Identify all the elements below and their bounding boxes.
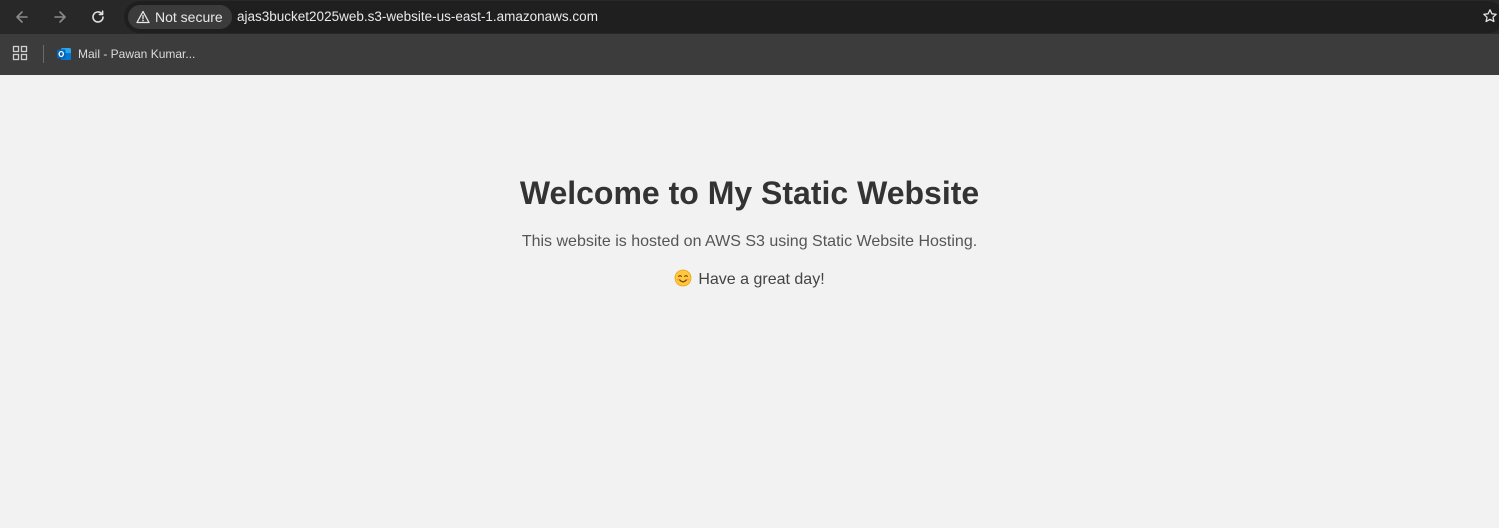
back-button[interactable]: [10, 5, 34, 29]
apps-grid-icon: [12, 45, 28, 66]
forward-button[interactable]: [48, 5, 72, 29]
security-label: Not secure: [155, 9, 223, 25]
bookmark-label: Mail - Pawan Kumar...: [78, 47, 196, 61]
apps-button[interactable]: [10, 45, 30, 65]
page-description: This website is hosted on AWS S3 using S…: [521, 233, 978, 250]
back-arrow-icon: [14, 9, 30, 25]
star-icon: [1482, 8, 1498, 29]
reload-button[interactable]: [86, 5, 110, 29]
page-heading: Welcome to My Static Website: [519, 175, 980, 211]
url-text[interactable]: ajas3bucket2025web.s3-website-us-east-1.…: [237, 9, 598, 24]
address-bar[interactable]: Not secure ajas3bucket2025web.s3-website…: [124, 1, 1499, 33]
bookmarks-bar: Mail - Pawan Kumar...: [0, 34, 1499, 75]
smiling-face-emoji-icon: [674, 269, 692, 293]
reload-icon: [90, 9, 106, 25]
warning-triangle-icon: [136, 10, 150, 24]
greeting: Have a great day!: [0, 269, 1499, 293]
browser-toolbar: Not secure ajas3bucket2025web.s3-website…: [0, 0, 1499, 34]
greeting-text: Have a great day!: [698, 271, 825, 288]
forward-arrow-icon: [52, 9, 68, 25]
page-content: Welcome to My Static Website This websit…: [0, 75, 1499, 528]
outlook-icon: [56, 46, 72, 62]
security-indicator[interactable]: Not secure: [128, 5, 232, 29]
bookmark-star-button[interactable]: [1480, 8, 1499, 28]
bookmark-mail[interactable]: Mail - Pawan Kumar...: [56, 43, 201, 65]
bookmarks-separator: [43, 45, 44, 63]
